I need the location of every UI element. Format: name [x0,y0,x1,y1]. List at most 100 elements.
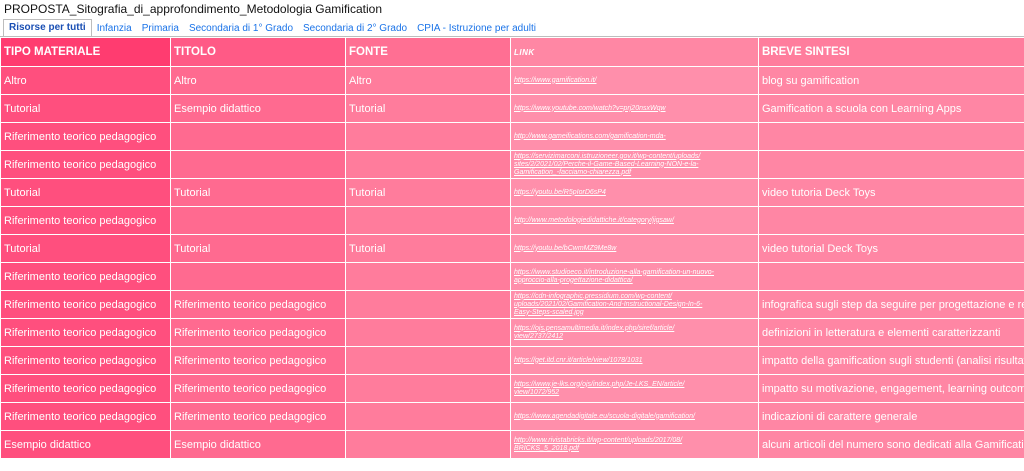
cell-link[interactable]: https://ojs.pensamultimedia.it/index.php… [510,318,759,347]
cell-tipo-materiale[interactable]: Tutorial [0,234,171,263]
cell-fonte[interactable]: Tutorial [345,234,511,263]
link-text[interactable]: https://www.agendadigitale.eu/scuola-dig… [514,413,755,421]
cell-breve-sintesi[interactable]: indicazioni di carattere generale [758,402,1024,431]
link-text[interactable]: http://www.gameifications.com/gamificati… [514,133,755,141]
cell-breve-sintesi[interactable]: alcuni articoli del numero sono dedicati… [758,430,1024,459]
cell-tipo-materiale[interactable]: Riferimento teorico pedagogico [0,122,171,151]
cell-tipo-materiale[interactable]: Riferimento teorico pedagogico [0,262,171,291]
cell-link[interactable]: https://www.gamification.it/ [510,66,759,95]
cell-link[interactable]: http://www.gameifications.com/gamificati… [510,122,759,151]
tab-secondaria-1-grado[interactable]: Secondaria di 1° Grado [184,21,298,37]
cell-tipo-materiale[interactable]: Tutorial [0,94,171,123]
link-text[interactable]: https://servizimarconi.istruzioneer.gov.… [514,153,755,161]
link-text[interactable]: https://www.studioeco.it/introduzione-al… [514,269,755,277]
link-text[interactable]: https://youtu.be/bCwmMZ9Me8w [514,245,755,253]
cell-titolo[interactable]: Esempio didattico [170,94,346,123]
cell-breve-sintesi[interactable]: video tutoria Deck Toys [758,178,1024,207]
cell-link[interactable]: https://youtu.be/R5pIorD6sP4 [510,178,759,207]
cell-titolo[interactable] [170,262,346,291]
cell-fonte[interactable] [345,150,511,179]
cell-fonte[interactable] [345,374,511,403]
cell-titolo[interactable]: Tutorial [170,234,346,263]
cell-fonte[interactable]: Tutorial [345,178,511,207]
cell-link[interactable]: https://youtu.be/bCwmMZ9Me8w [510,234,759,263]
cell-breve-sintesi[interactable] [758,206,1024,235]
cell-fonte[interactable] [345,346,511,375]
cell-tipo-materiale[interactable]: Riferimento teorico pedagogico [0,150,171,179]
cell-tipo-materiale[interactable]: Riferimento teorico pedagogico [0,206,171,235]
cell-tipo-materiale[interactable]: Altro [0,66,171,95]
cell-breve-sintesi[interactable]: definizioni in letteratura e elementi ca… [758,318,1024,347]
cell-fonte[interactable]: Tutorial [345,94,511,123]
cell-tipo-materiale[interactable]: Riferimento teorico pedagogico [0,374,171,403]
link-text[interactable]: sites/2/2021/02/Perche-il-Game-Based-Lea… [514,161,755,169]
cell-titolo[interactable]: Riferimento teorico pedagogico [170,402,346,431]
cell-breve-sintesi[interactable]: Gamification a scuola con Learning Apps [758,94,1024,123]
header-tipo-materiale: TIPO MATERIALE [0,37,171,67]
cell-breve-sintesi[interactable]: blog su gamification [758,66,1024,95]
cell-link[interactable]: https://www.youtube.com/watch?v=prj20nsx… [510,94,759,123]
cell-tipo-materiale[interactable]: Riferimento teorico pedagogico [0,290,171,319]
cell-fonte[interactable] [345,430,511,459]
tab-cpia[interactable]: CPIA - Istruzione per adulti [412,21,541,37]
cell-breve-sintesi[interactable]: video tutorial Deck Toys [758,234,1024,263]
cell-breve-sintesi[interactable]: impatto su motivazione, engagement, lear… [758,374,1024,403]
cell-link[interactable]: https://www.agendadigitale.eu/scuola-dig… [510,402,759,431]
link-text[interactable]: https://www.gamification.it/ [514,77,755,85]
cell-link[interactable]: https://servizimarconi.istruzioneer.gov.… [510,150,759,179]
tab-infanzia[interactable]: Infanzia [92,21,137,37]
cell-breve-sintesi[interactable] [758,122,1024,151]
link-text[interactable]: approccio-alla-progettazione-didattica/ [514,277,755,285]
cell-tipo-materiale[interactable]: Riferimento teorico pedagogico [0,402,171,431]
cell-titolo[interactable]: Riferimento teorico pedagogico [170,290,346,319]
link-text[interactable]: http://www.rivistabricks.it/wp-content/u… [514,437,755,445]
cell-fonte[interactable] [345,290,511,319]
cell-titolo[interactable]: Altro [170,66,346,95]
cell-titolo[interactable] [170,122,346,151]
link-text[interactable]: uploads/2021/02/Gamification-And-Instruc… [514,301,755,309]
cell-breve-sintesi[interactable] [758,262,1024,291]
link-text[interactable]: view/2737/2412 [514,333,755,341]
link-text[interactable]: https://www.youtube.com/watch?v=prj20nsx… [514,105,755,113]
cell-fonte[interactable] [345,318,511,347]
link-text[interactable]: Easy-Steps-scaled.jpg [514,309,755,317]
cell-link[interactable]: http://www.rivistabricks.it/wp-content/u… [510,430,759,459]
cell-breve-sintesi[interactable] [758,150,1024,179]
link-text[interactable]: https://youtu.be/R5pIorD6sP4 [514,189,755,197]
cell-titolo[interactable] [170,206,346,235]
link-text[interactable]: http://www.metodologiedidattiche.it/cate… [514,217,755,225]
tab-secondaria-2-grado[interactable]: Secondaria di 2° Grado [298,21,412,37]
cell-tipo-materiale[interactable]: Tutorial [0,178,171,207]
cell-titolo[interactable]: Esempio didattico [170,430,346,459]
cell-tipo-materiale[interactable]: Riferimento teorico pedagogico [0,346,171,375]
cell-fonte[interactable] [345,262,511,291]
link-text[interactable]: https://cdn-infographic.pressidium.com/w… [514,293,755,301]
cell-titolo[interactable]: Tutorial [170,178,346,207]
cell-link[interactable]: https://cdn-infographic.pressidium.com/w… [510,290,759,319]
link-text[interactable]: view/1072/952 [514,389,755,397]
cell-breve-sintesi[interactable]: impatto della gamification sugli student… [758,346,1024,375]
cell-titolo[interactable]: Riferimento teorico pedagogico [170,374,346,403]
cell-link[interactable]: http://www.metodologiedidattiche.it/cate… [510,206,759,235]
link-text[interactable]: https://get.itd.cnr.it/article/view/1078… [514,357,755,365]
cell-link[interactable]: https://get.itd.cnr.it/article/view/1078… [510,346,759,375]
cell-link[interactable]: https://www.je-lks.org/ojs/index.php/Je-… [510,374,759,403]
link-text[interactable]: Gamification_-facciamo-chiarezza.pdf [514,169,755,177]
tab-primaria[interactable]: Primaria [137,21,184,37]
cell-titolo[interactable]: Riferimento teorico pedagogico [170,318,346,347]
header-link: LINK [510,37,759,67]
tab-risorse-per-tutti[interactable]: Risorse per tutti [3,19,92,37]
cell-fonte[interactable] [345,402,511,431]
cell-fonte[interactable] [345,122,511,151]
link-text[interactable]: BRICKS_5_2018.pdf [514,445,755,453]
cell-titolo[interactable] [170,150,346,179]
cell-fonte[interactable] [345,206,511,235]
cell-breve-sintesi[interactable]: infografica sugli step da seguire per pr… [758,290,1024,319]
link-text[interactable]: https://www.je-lks.org/ojs/index.php/Je-… [514,381,755,389]
cell-tipo-materiale[interactable]: Esempio didattico [0,430,171,459]
link-text[interactable]: https://ojs.pensamultimedia.it/index.php… [514,325,755,333]
cell-link[interactable]: https://www.studioeco.it/introduzione-al… [510,262,759,291]
cell-titolo[interactable]: Riferimento teorico pedagogico [170,346,346,375]
cell-tipo-materiale[interactable]: Riferimento teorico pedagogico [0,318,171,347]
cell-fonte[interactable]: Altro [345,66,511,95]
